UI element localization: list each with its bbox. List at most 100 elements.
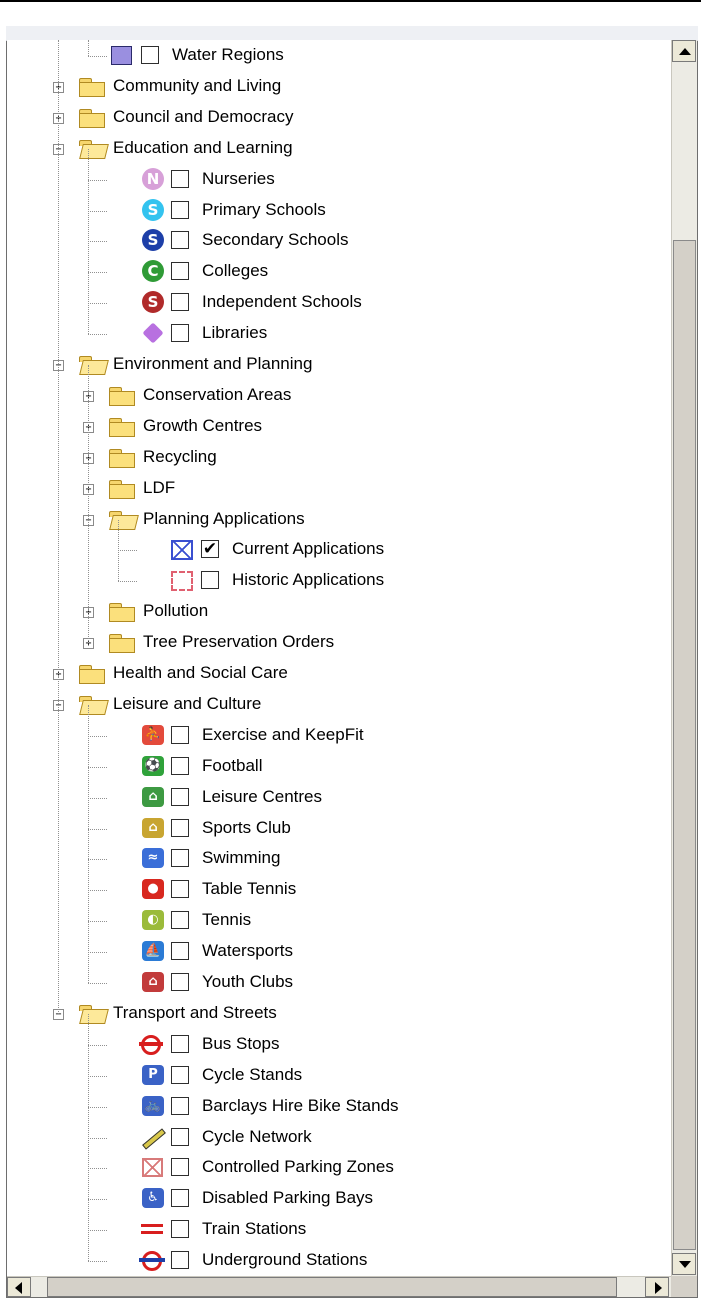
education-item-4-label: Independent Schools bbox=[202, 292, 362, 312]
tree-row-transport-item-5: ♿ Disabled Parking Bays bbox=[7, 1183, 667, 1213]
current-applications-label: Current Applications bbox=[232, 539, 385, 559]
tree-connector-line bbox=[118, 550, 137, 552]
scroll-up-arrow-icon bbox=[679, 48, 691, 55]
tree-connector-line bbox=[88, 241, 107, 243]
conservation-areas-label[interactable]: Conservation Areas bbox=[143, 385, 291, 405]
leisure-item-6-checkbox[interactable] bbox=[171, 911, 189, 930]
community-and-living-label[interactable]: Community and Living bbox=[113, 76, 281, 96]
transport-item-6-checkbox[interactable] bbox=[171, 1220, 189, 1239]
tree-connector-line bbox=[88, 828, 107, 830]
tree-row-transport-item-3: Cycle Network bbox=[7, 1122, 667, 1152]
transport-item-3-checkbox[interactable] bbox=[171, 1127, 189, 1146]
tree-row-recycling: + Recycling bbox=[7, 442, 667, 472]
leisure-item-8-checkbox[interactable] bbox=[171, 973, 189, 991]
folder-icon bbox=[109, 603, 135, 623]
education-item-5-checkbox[interactable] bbox=[171, 324, 189, 343]
education-item-2-checkbox[interactable] bbox=[171, 231, 189, 250]
tree-row-education-item-3: C Colleges bbox=[7, 256, 667, 286]
leisure-and-culture-label[interactable]: Leisure and Culture bbox=[113, 694, 261, 714]
disabled-parking-icon: ♿ bbox=[139, 1187, 169, 1209]
planning-applications-label[interactable]: Planning Applications bbox=[143, 509, 305, 529]
leisure-item-7-checkbox[interactable] bbox=[171, 942, 189, 961]
ldf-label[interactable]: LDF bbox=[143, 478, 175, 498]
folder-open-icon bbox=[79, 1004, 109, 1024]
leisure-item-1-label: Football bbox=[202, 755, 263, 775]
transport-item-1-checkbox[interactable] bbox=[171, 1065, 189, 1084]
horizontal-scrollbar[interactable] bbox=[7, 1276, 671, 1297]
scroll-left-button[interactable] bbox=[7, 1277, 31, 1297]
tree-connector-line bbox=[88, 766, 107, 768]
tree-row-transport-item-6: Train Stations bbox=[7, 1214, 667, 1244]
recycling-label[interactable]: Recycling bbox=[143, 447, 217, 467]
tree-row-education-item-0: N Nurseries bbox=[7, 164, 667, 194]
tree-row-pollution: + Pollution bbox=[7, 596, 667, 626]
leisure-item-2-label: Leisure Centres bbox=[202, 786, 323, 806]
tree-preservation-orders-label[interactable]: Tree Preservation Orders bbox=[143, 632, 334, 652]
water-regions-checkbox[interactable] bbox=[141, 46, 159, 64]
tree-connector-line bbox=[88, 334, 107, 336]
education-item-0-checkbox[interactable] bbox=[171, 169, 189, 188]
vertical-scrollbar[interactable] bbox=[671, 40, 697, 1276]
tree-connector-line bbox=[88, 797, 107, 799]
education-and-learning-label[interactable]: Education and Learning bbox=[113, 138, 293, 158]
scroll-down-button[interactable] bbox=[672, 1253, 696, 1275]
college-c-icon: C bbox=[139, 260, 169, 283]
folder-open-icon bbox=[79, 695, 109, 715]
tree-connector-line bbox=[88, 890, 107, 892]
leisure-item-2-checkbox[interactable] bbox=[171, 787, 189, 806]
horizontal-scroll-thumb[interactable] bbox=[47, 1277, 617, 1297]
leisure-item-1-checkbox[interactable] bbox=[171, 756, 189, 775]
current-applications-checkbox[interactable]: ✔ bbox=[201, 540, 219, 559]
pollution-label[interactable]: Pollution bbox=[143, 601, 208, 621]
tree-row-leisure-item-2: ⌂ Leisure Centres bbox=[7, 782, 667, 812]
health-and-social-care-label[interactable]: Health and Social Care bbox=[113, 663, 288, 683]
education-item-4-checkbox[interactable] bbox=[171, 293, 189, 312]
current-applications-icon bbox=[169, 538, 199, 561]
folder-open-icon bbox=[109, 510, 139, 530]
folder-icon bbox=[109, 386, 135, 406]
leisure-item-5-checkbox[interactable] bbox=[171, 880, 189, 899]
transport-item-7-checkbox[interactable] bbox=[171, 1251, 189, 1270]
leisure-item-3-checkbox[interactable] bbox=[171, 818, 189, 837]
swimming-icon: ≈ bbox=[139, 847, 169, 869]
primary-school-s-icon: S bbox=[139, 198, 169, 221]
tree-connector-line bbox=[88, 1168, 107, 1170]
controlled-parking-icon bbox=[139, 1156, 169, 1178]
leisure-item-6-label: Tennis bbox=[202, 910, 252, 930]
transport-item-0-checkbox[interactable] bbox=[171, 1034, 189, 1053]
scroll-up-button[interactable] bbox=[672, 40, 696, 62]
transport-item-2-checkbox[interactable] bbox=[171, 1096, 189, 1115]
tree-row-transport-item-1: P Cycle Stands bbox=[7, 1060, 667, 1090]
transport-item-5-checkbox[interactable] bbox=[171, 1189, 189, 1208]
transport-item-7-label: Underground Stations bbox=[202, 1250, 368, 1270]
transport-item-6-label: Train Stations bbox=[202, 1219, 307, 1239]
folder-icon bbox=[79, 108, 105, 128]
tree-row-tree-preservation-orders: + Tree Preservation Orders bbox=[7, 627, 667, 657]
tree-connector-line bbox=[88, 921, 107, 923]
transport-item-4-checkbox[interactable] bbox=[171, 1158, 189, 1177]
scroll-right-button[interactable] bbox=[645, 1277, 669, 1297]
tree-row-conservation-areas: + Conservation Areas bbox=[7, 380, 667, 410]
water-regions-swatch-icon bbox=[109, 44, 139, 66]
education-item-0-label: Nurseries bbox=[202, 168, 275, 188]
tree-connector-line bbox=[88, 952, 107, 954]
scroll-down-arrow-icon bbox=[679, 1261, 691, 1268]
tree-row-leisure-item-0: ⛹ Exercise and KeepFit bbox=[7, 720, 667, 750]
historic-applications-label: Historic Applications bbox=[232, 570, 385, 590]
environment-and-planning-label[interactable]: Environment and Planning bbox=[113, 354, 312, 374]
council-and-democracy-label[interactable]: Council and Democracy bbox=[113, 107, 293, 127]
tree-row-transport-and-streets: − Transport and Streets bbox=[7, 998, 667, 1028]
nursery-n-icon: N bbox=[139, 167, 169, 190]
leisure-item-0-checkbox[interactable] bbox=[171, 725, 189, 744]
leisure-item-5-label: Table Tennis bbox=[202, 879, 297, 899]
scroll-thumb[interactable] bbox=[673, 240, 696, 1250]
leisure-item-4-checkbox[interactable] bbox=[171, 849, 189, 868]
transport-item-3-label: Cycle Network bbox=[202, 1126, 312, 1146]
historic-applications-checkbox[interactable] bbox=[201, 571, 219, 590]
education-item-3-checkbox[interactable] bbox=[171, 262, 189, 281]
cycle-stand-icon: P bbox=[139, 1064, 169, 1086]
growth-centres-label[interactable]: Growth Centres bbox=[143, 416, 262, 436]
transport-and-streets-label[interactable]: Transport and Streets bbox=[113, 1003, 277, 1023]
education-item-5-label: Libraries bbox=[202, 323, 268, 343]
education-item-1-checkbox[interactable] bbox=[171, 200, 189, 219]
